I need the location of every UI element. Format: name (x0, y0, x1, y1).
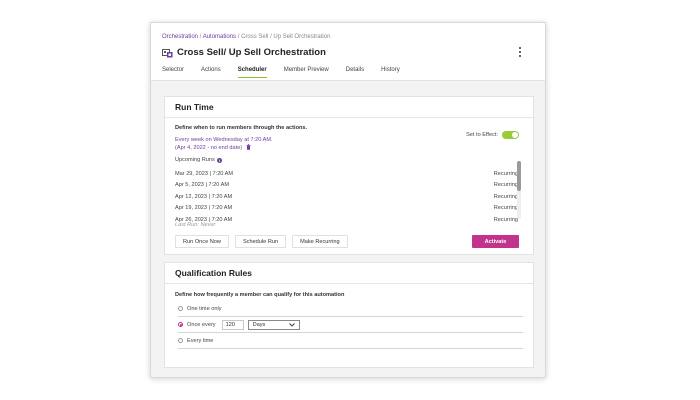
set-to-effect: Set to Effect: (466, 131, 519, 139)
info-icon[interactable]: i (216, 157, 222, 163)
make-recurring-button[interactable]: Make Recurring (292, 235, 348, 248)
run-date: Apr 5, 2023 | 7:20 AM (175, 182, 230, 189)
scrollbar-thumb[interactable] (517, 161, 521, 191)
run-type: Recurring (493, 205, 518, 212)
qualification-options: One time only Once every Days Every time (178, 301, 523, 349)
page-title: Cross Sell/ Up Sell Orchestration (177, 47, 326, 58)
run-actions: Run Once Now Schedule Run Make Recurring (175, 235, 354, 248)
qualification-rules-header: Qualification Rules (165, 263, 533, 284)
upcoming-runs-list: Mar 29, 2023 | 7:20 AM Recurring Apr 5, … (175, 168, 518, 226)
run-time-description: Define when to run members through the a… (175, 125, 308, 131)
run-date: Apr 12, 2023 | 7:20 AM (175, 193, 233, 200)
radio-once-every[interactable] (178, 322, 183, 327)
run-date: Mar 29, 2023 | 7:20 AM (175, 170, 234, 177)
run-date: Apr 19, 2023 | 7:20 AM (175, 205, 233, 212)
set-to-effect-label: Set to Effect: (466, 132, 498, 138)
breadcrumb-automations[interactable]: Automations (203, 34, 236, 40)
run-type: Recurring (493, 182, 518, 189)
interval-unit-value: Days (252, 321, 266, 328)
schedule-date-range[interactable]: (Apr 4, 2022 - no end date) (175, 145, 242, 151)
schedule-summary[interactable]: Every week on Wednesday at 7:20 AM. (175, 137, 273, 143)
tab-details[interactable]: Details (346, 67, 364, 78)
trash-icon[interactable] (246, 144, 251, 150)
tab-member-preview[interactable]: Member Preview (284, 67, 329, 78)
kebab-menu-icon[interactable] (515, 45, 525, 59)
list-item: Apr 5, 2023 | 7:20 AM Recurring (175, 180, 518, 192)
qualification-rules-card: Qualification Rules Define how frequentl… (164, 262, 534, 368)
radio-every-time[interactable] (178, 338, 183, 343)
tab-actions[interactable]: Actions (201, 67, 221, 78)
run-time-header: Run Time (165, 97, 533, 118)
run-time-title: Run Time (175, 102, 214, 112)
run-type: Recurring (493, 170, 518, 177)
page-header: Orchestration / Automations / Cross Sell… (151, 23, 545, 81)
option-once-every[interactable]: Once every Days (178, 317, 523, 333)
option-one-time-only[interactable]: One time only (178, 301, 523, 317)
run-once-now-button[interactable]: Run Once Now (175, 235, 229, 248)
title-row: Cross Sell/ Up Sell Orchestration (162, 47, 326, 58)
radio-one-time-only[interactable] (178, 306, 183, 311)
option-label: One time only (187, 305, 222, 312)
list-item: Mar 29, 2023 | 7:20 AM Recurring (175, 168, 518, 180)
run-type: Recurring (493, 193, 518, 200)
chevron-down-icon (288, 322, 295, 327)
breadcrumb: Orchestration / Automations / Cross Sell… (162, 34, 330, 40)
option-every-time[interactable]: Every time (178, 333, 523, 349)
runs-scrollbar[interactable] (517, 161, 521, 219)
list-item: Apr 12, 2023 | 7:20 AM Recurring (175, 191, 518, 203)
upcoming-runs-heading: Upcoming Runs i (175, 157, 222, 163)
last-run-text: Last Run: Never (175, 222, 216, 228)
tab-selector[interactable]: Selector (162, 67, 184, 78)
upcoming-runs-label: Upcoming Runs (175, 157, 215, 163)
tab-bar: Selector Actions Scheduler Member Previe… (162, 67, 417, 78)
interval-value-input[interactable] (221, 319, 244, 330)
tab-history[interactable]: History (381, 67, 400, 78)
app-window: Orchestration / Automations / Cross Sell… (150, 22, 546, 378)
list-item: Apr 26, 2023 | 7:20 AM Recurring (175, 214, 518, 226)
schedule-date-range-row: (Apr 4, 2022 - no end date) (175, 144, 251, 151)
activate-button[interactable]: Activate (472, 235, 519, 248)
tab-scheduler[interactable]: Scheduler (237, 67, 267, 78)
breadcrumb-current: Cross Sell / Up Sell Orchestration (241, 34, 331, 40)
option-label: Once every (187, 321, 216, 328)
run-time-card: Run Time Define when to run members thro… (164, 96, 534, 255)
breadcrumb-orchestration[interactable]: Orchestration (162, 34, 198, 40)
set-to-effect-toggle[interactable] (502, 131, 519, 139)
qualification-rules-title: Qualification Rules (175, 268, 252, 278)
qualification-description: Define how frequently a member can quali… (175, 292, 345, 298)
option-label: Every time (187, 337, 214, 344)
run-type: Recurring (493, 216, 518, 223)
list-item: Apr 19, 2023 | 7:20 AM Recurring (175, 203, 518, 215)
interval-unit-select[interactable]: Days (247, 319, 300, 330)
orchestration-icon (162, 48, 173, 57)
schedule-run-button[interactable]: Schedule Run (234, 235, 287, 248)
